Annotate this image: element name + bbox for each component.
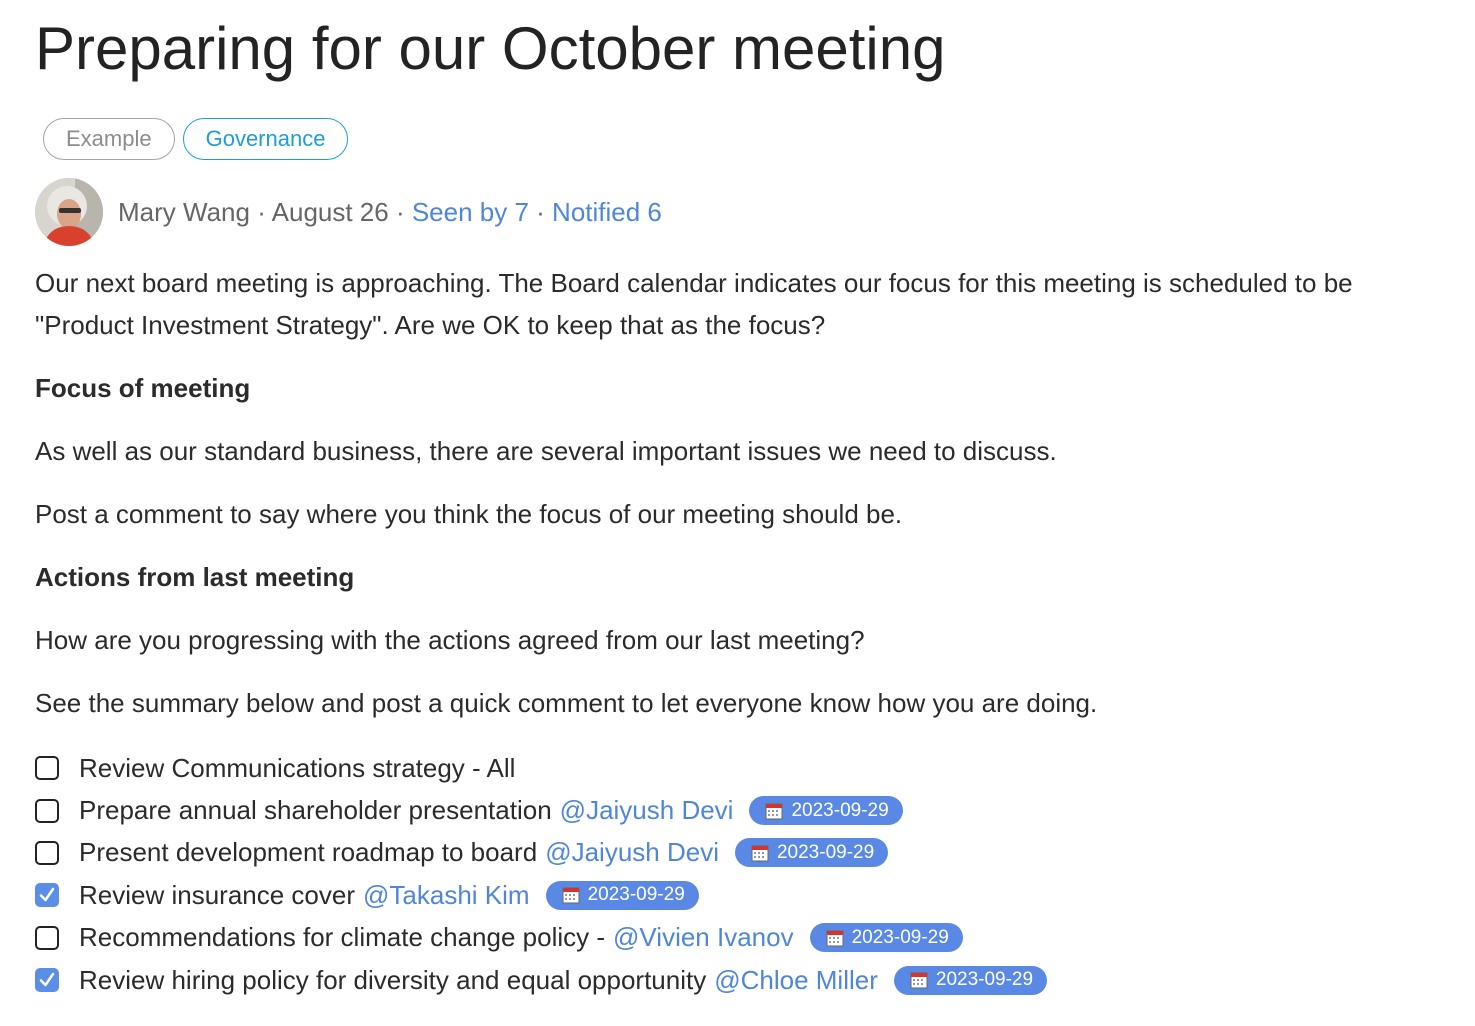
avatar[interactable] [35, 178, 103, 246]
meta-separator: · [249, 196, 272, 227]
calendar-icon [751, 844, 769, 862]
calendar-icon [826, 929, 844, 947]
calendar-icon [562, 886, 580, 904]
page-title: Preparing for our October meeting [35, 15, 946, 82]
meta-separator: · [528, 196, 553, 227]
actions-paragraph-1: How are you progressing with the actions… [35, 625, 865, 655]
due-date-badge[interactable]: 2023-09-29 [545, 880, 699, 910]
checklist-item-text: Present development roadmap to board [79, 837, 538, 868]
seen-by-link[interactable]: Seen by 7 [412, 197, 529, 227]
checklist-item-text: Recommendations for climate change polic… [79, 922, 606, 953]
checklist-item: Review Communications strategy - All [35, 747, 1047, 789]
checkbox[interactable] [35, 968, 59, 993]
post-date: August 26 [271, 196, 389, 227]
checkbox[interactable] [35, 798, 59, 823]
due-date-text: 2023-09-29 [776, 841, 875, 863]
checklist-item-text: Review insurance cover [79, 879, 356, 910]
checkmark-icon [39, 888, 55, 902]
checklist-item-text: Prepare annual shareholder presentation [79, 795, 552, 826]
tag-governance[interactable]: Governance [182, 118, 349, 160]
meta-text: Mary Wang · August 26 · Seen by 7 · Noti… [118, 197, 662, 228]
mention-link[interactable]: @Jaiyush Devi [560, 795, 734, 826]
intro-paragraph: Our next board meeting is approaching. T… [35, 268, 1353, 340]
checklist-item: Review hiring policy for diversity and e… [35, 959, 1048, 1001]
heading-actions: Actions from last meeting [35, 562, 355, 592]
post-meta: Mary Wang · August 26 · Seen by 7 · Noti… [35, 178, 662, 246]
due-date-badge[interactable]: 2023-09-29 [893, 965, 1048, 995]
due-date-text: 2023-09-29 [851, 926, 949, 948]
mention-link[interactable]: @Vivien Ivanov [613, 922, 794, 953]
notified-link[interactable]: Notified 6 [552, 197, 662, 227]
mention-link[interactable]: @Jaiyush Devi [545, 837, 719, 868]
checklist-item: Present development roadmap to board @Ja… [35, 832, 1047, 874]
checklist-item: Recommendations for climate change polic… [35, 917, 1047, 959]
checklist-item: Prepare annual shareholder presentation … [35, 789, 1047, 831]
checkbox[interactable] [35, 925, 59, 950]
checkbox[interactable] [35, 883, 59, 908]
heading-focus: Focus of meeting [35, 373, 251, 403]
tag-example[interactable]: Example [43, 118, 175, 160]
action-checklist: Review Communications strategy - All Pre… [35, 747, 1048, 1001]
due-date-badge[interactable]: 2023-09-29 [809, 923, 963, 953]
due-date-badge[interactable]: 2023-09-29 [749, 796, 903, 826]
meta-separator: · [388, 196, 412, 227]
mention-link[interactable]: @Takashi Kim [363, 880, 530, 911]
checklist-item-text: Review Communications strategy - All [79, 752, 516, 783]
checkmark-icon [39, 972, 55, 987]
calendar-icon [910, 971, 928, 989]
mention-link[interactable]: @Chloe Miller [714, 965, 878, 996]
due-date-badge[interactable]: 2023-09-29 [734, 838, 889, 868]
checklist-item-text: Review hiring policy for diversity and e… [79, 964, 707, 995]
calendar-icon [765, 802, 783, 820]
checkbox[interactable] [35, 756, 59, 781]
post-body: Our next board meeting is approaching. T… [35, 262, 1455, 724]
due-date-text: 2023-09-29 [791, 799, 889, 821]
tag-list: Example Governance [43, 118, 349, 160]
checkbox[interactable] [35, 840, 59, 865]
checklist-item: Review insurance cover @Takashi Kim 2023… [35, 874, 1047, 916]
author-name[interactable]: Mary Wang [118, 197, 250, 227]
focus-paragraph-2: Post a comment to say where you think th… [35, 499, 903, 529]
actions-paragraph-2: See the summary below and post a quick c… [35, 688, 1098, 718]
focus-paragraph-1: As well as our standard business, there … [35, 436, 1057, 466]
due-date-text: 2023-09-29 [587, 884, 685, 906]
due-date-text: 2023-09-29 [935, 969, 1034, 991]
